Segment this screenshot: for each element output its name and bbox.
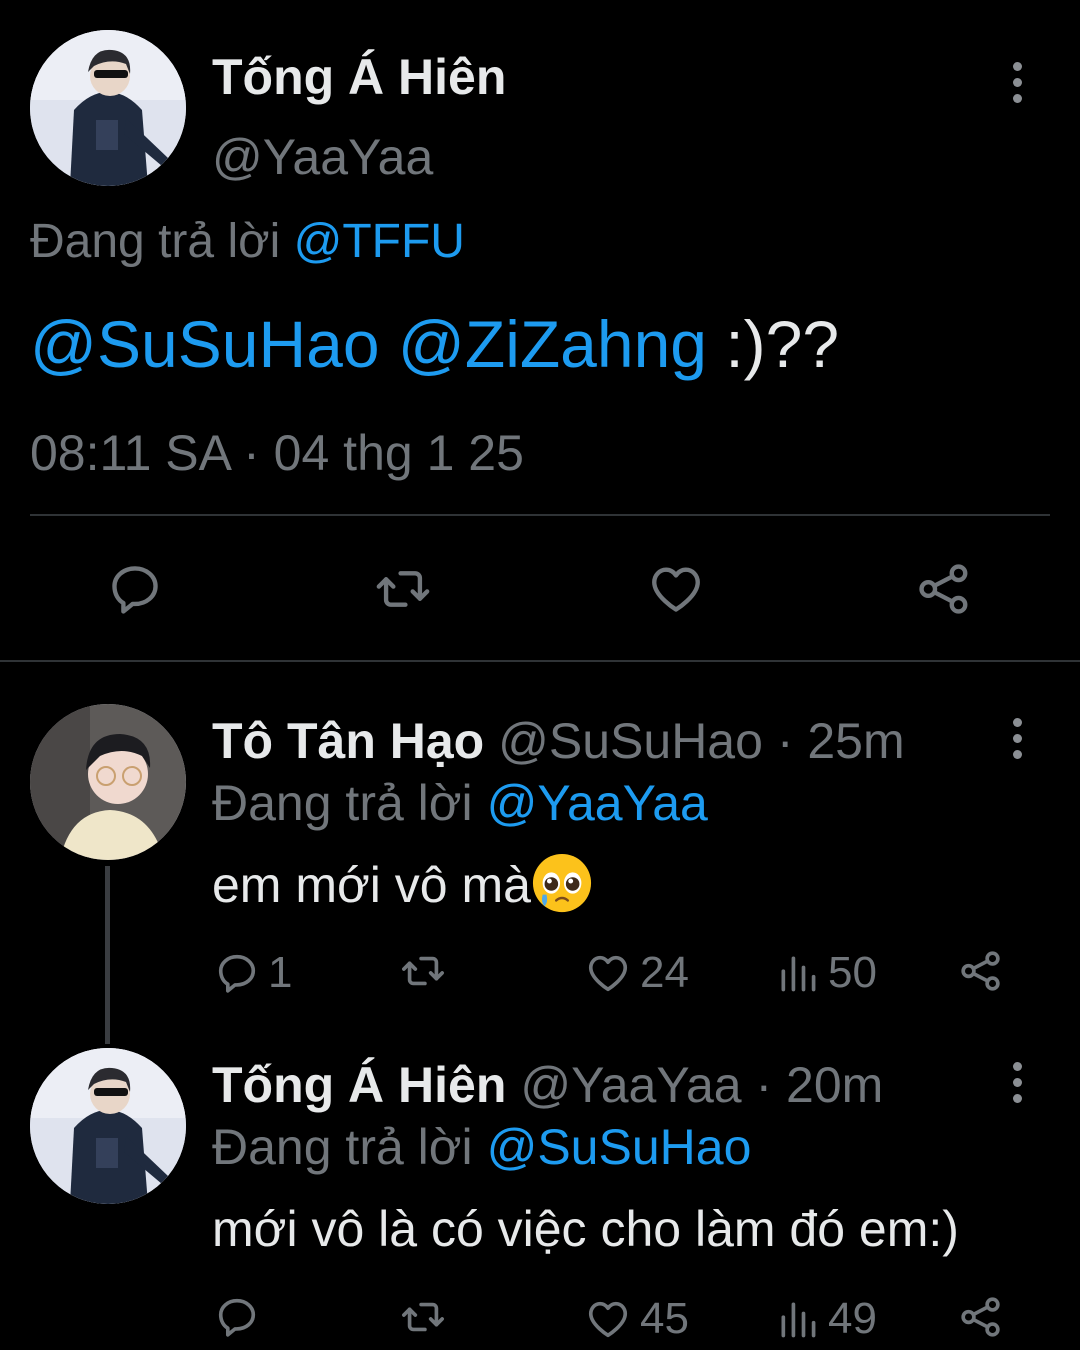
reply-button[interactable]: [106, 560, 164, 618]
avatar[interactable]: [30, 704, 186, 860]
user-handle[interactable]: @YaaYaa: [520, 1057, 741, 1113]
reply-count: 1: [268, 948, 293, 997]
replying-prefix: Đang trả lời: [212, 775, 473, 831]
tweet-body-text: :)??: [725, 307, 840, 381]
pleading-face-emoji: [532, 853, 592, 913]
replying-prefix: Đang trả lời: [212, 1119, 473, 1175]
share-icon: [961, 951, 1000, 991]
share-button[interactable]: [958, 1294, 1004, 1340]
replying-to-line: Đang trả lời @YaaYaa: [212, 774, 708, 832]
mention-link[interactable]: @SuSuHao: [30, 307, 380, 381]
user-handle[interactable]: @SuSuHao: [498, 713, 763, 769]
retweet-icon: [376, 571, 430, 607]
tweet-text: @SuSuHao @ZiZahng :)??: [30, 306, 839, 382]
reply-time: · 25m: [776, 713, 905, 769]
reply-text: em mới vô mà: [212, 852, 593, 914]
reply-icon: [112, 566, 158, 614]
like-count: 45: [640, 1294, 689, 1343]
user-handle[interactable]: @YaaYaa: [212, 128, 433, 186]
reply-header: Tống Á Hiên @YaaYaa · 20m: [212, 1056, 883, 1114]
divider: [30, 514, 1050, 516]
like-button[interactable]: [646, 560, 706, 618]
share-icon: [919, 564, 968, 614]
reply-button[interactable]: 1: [214, 948, 292, 998]
views-button[interactable]: 49: [776, 1294, 877, 1344]
more-vertical-icon[interactable]: [1010, 62, 1024, 103]
views-icon: [781, 956, 816, 992]
views-button[interactable]: 50: [776, 948, 877, 998]
retweet-icon: [402, 1302, 444, 1332]
views-icon: [781, 1302, 816, 1338]
retweet-button[interactable]: [372, 560, 434, 618]
display-name[interactable]: Tống Á Hiên: [212, 1057, 506, 1113]
tweet-timestamp: 08:11 SA · 04 thg 1 25: [30, 425, 524, 481]
display-name[interactable]: Tống Á Hiên: [212, 48, 506, 106]
view-count: 50: [828, 948, 877, 997]
display-name[interactable]: Tô Tân Hạo: [212, 713, 484, 769]
retweet-icon: [402, 956, 444, 986]
share-button[interactable]: [958, 948, 1004, 994]
more-vertical-icon[interactable]: [1010, 1062, 1024, 1103]
divider: [0, 660, 1080, 662]
heart-icon: [652, 567, 700, 612]
mention-link[interactable]: @ZiZahng: [398, 307, 707, 381]
reply-body-text: em mới vô mà: [212, 857, 531, 913]
reply-button[interactable]: [214, 1294, 260, 1340]
replying-to-link[interactable]: @YaaYaa: [487, 775, 708, 831]
retweet-button[interactable]: [398, 1294, 448, 1340]
heart-icon: [588, 955, 628, 992]
replying-to-line: Đang trả lời @SuSuHao: [212, 1118, 751, 1176]
replying-to-link[interactable]: @SuSuHao: [487, 1119, 752, 1175]
reply-icon: [218, 954, 256, 993]
like-button[interactable]: 24: [584, 948, 689, 998]
replying-prefix: Đang trả lời: [30, 215, 281, 268]
replying-to-line: Đang trả lời @TFFU: [30, 214, 465, 269]
replying-to-link[interactable]: @TFFU: [294, 215, 465, 268]
like-button[interactable]: 45: [584, 1294, 689, 1344]
reply-header: Tô Tân Hạo @SuSuHao · 25m: [212, 712, 905, 770]
avatar[interactable]: [30, 30, 186, 186]
view-count: 49: [828, 1294, 877, 1343]
more-vertical-icon[interactable]: [1010, 718, 1024, 759]
heart-icon: [588, 1301, 628, 1338]
thread-line: [105, 866, 110, 1044]
reply-time: · 20m: [755, 1057, 884, 1113]
retweet-button[interactable]: [398, 948, 448, 994]
share-icon: [961, 1297, 1000, 1337]
reply-body-text: mới vô là có việc cho làm đó em:): [212, 1201, 959, 1257]
reply-icon: [218, 1298, 256, 1337]
share-button[interactable]: [914, 560, 974, 618]
avatar[interactable]: [30, 1048, 186, 1204]
like-count: 24: [640, 948, 689, 997]
